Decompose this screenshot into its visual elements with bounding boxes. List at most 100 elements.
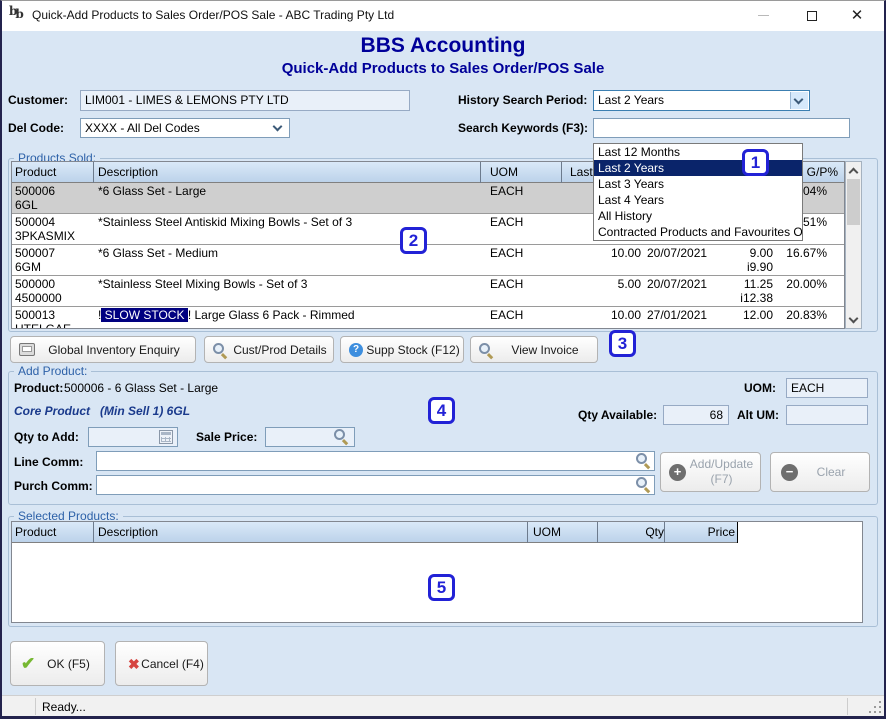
maximize-button[interactable]	[790, 0, 834, 31]
uom-label: UOM:	[744, 381, 776, 395]
chevron-down-icon	[794, 95, 804, 105]
calculator-icon[interactable]	[159, 430, 173, 444]
close-button[interactable]: ✕	[835, 0, 879, 31]
product-row[interactable]: 5000076GM*6 Glass Set - MediumEACH10.002…	[12, 245, 845, 276]
cell-product-code-2: HTELGAE	[15, 322, 71, 329]
history-period-value: Last 2 Years	[598, 93, 664, 107]
cell-uom: EACH	[490, 215, 523, 229]
selected-products-header: ProductDescriptionUOMQtyPrice	[12, 522, 738, 543]
cust-prod-details-button[interactable]: Cust/Prod Details	[204, 336, 334, 363]
cell-description: *6 Glass Set - Medium	[98, 246, 218, 260]
cell-product-code: 500013	[15, 308, 55, 322]
annotation-marker-3: 3	[609, 330, 636, 357]
column-divider	[737, 522, 738, 543]
annotation-marker-4: 4	[428, 397, 455, 424]
button-label: Global Inventory Enquiry	[33, 343, 195, 357]
dropdown-option[interactable]: Last 2 Years	[594, 160, 802, 176]
purch-comm-lookup-icon[interactable]	[636, 477, 650, 491]
cell-inc-price: i9.90	[702, 260, 773, 274]
sale-price-label: Sale Price:	[196, 430, 257, 444]
column-divider	[664, 522, 665, 543]
line-comm-lookup-icon[interactable]	[636, 453, 650, 467]
cell-description: *Stainless Steel Mixing Bowls - Set of 3	[98, 277, 307, 291]
qty-available-label: Qty Available:	[578, 408, 657, 422]
uom-field: EACH	[786, 378, 868, 398]
dropdown-option[interactable]: Contracted Products and Favourites On	[594, 224, 802, 240]
alt-um-label: Alt UM:	[737, 408, 779, 422]
status-divider	[35, 698, 36, 715]
cell-uom: EACH	[490, 246, 523, 260]
slow-stock-badge: SLOW STOCK	[101, 308, 187, 322]
minimize-button[interactable]	[741, 0, 785, 31]
cell-product-code-2: 6GL	[15, 198, 38, 212]
cell-description: *6 Glass Set - Large	[98, 184, 206, 198]
cell-price: 11.25	[702, 277, 773, 291]
alt-um-field	[786, 405, 868, 425]
button-label: Cust/Prod Details	[227, 343, 333, 357]
combobox-dropdown-button[interactable]	[790, 92, 808, 109]
global-inventory-enquiry-button[interactable]: Global Inventory Enquiry	[10, 336, 196, 363]
cell-product-code: 500000	[15, 277, 55, 291]
cell-product-code-2: 6GM	[15, 260, 41, 274]
purch-comm-label: Purch Comm:	[14, 479, 93, 493]
product-row[interactable]: 5000004500000 *Stainless Steel Mixing Bow…	[12, 276, 845, 307]
cell-last-qty: 5.00	[552, 277, 641, 291]
cell-last-sold-date: 20/07/2021	[647, 277, 707, 291]
purch-comm-input[interactable]	[96, 475, 655, 495]
scroll-up-button[interactable]	[846, 162, 861, 178]
supp-stock-f12--button[interactable]: ?Supp Stock (F12)	[340, 336, 464, 363]
status-divider	[847, 698, 848, 715]
column-divider	[480, 162, 481, 183]
line-comm-input[interactable]	[96, 451, 655, 471]
cell-last-sold-date: 20/07/2021	[647, 246, 707, 260]
cell-uom: EACH	[490, 277, 523, 291]
view-invoice-button[interactable]: View Invoice	[470, 336, 598, 363]
dropdown-option[interactable]: Last 4 Years	[594, 192, 802, 208]
app-title: BBS Accounting	[0, 34, 886, 58]
dropdown-option[interactable]: All History	[594, 208, 802, 224]
product-label: Product:	[14, 381, 63, 395]
cell-product-code-2: 4500000	[15, 291, 62, 305]
magnifier-icon	[213, 343, 227, 357]
search-keywords-input[interactable]	[593, 118, 850, 138]
column-header: UOM	[490, 165, 518, 179]
add-update-button[interactable]: + Add/Update(F7)	[660, 452, 761, 492]
dropdown-option[interactable]: Last 12 Months	[594, 144, 802, 160]
button-label: Supp Stock (F12)	[363, 343, 463, 357]
clear-button[interactable]: − Clear	[770, 452, 870, 492]
scrollbar-thumb[interactable]	[847, 179, 860, 225]
cell-product-code: 500006	[15, 184, 55, 198]
help-icon: ?	[349, 343, 363, 357]
products-table-scrollbar[interactable]	[845, 161, 862, 329]
app-icon: bb	[9, 7, 27, 25]
cell-last-sold-date: 27/01/2021	[647, 308, 707, 322]
history-period-label: History Search Period:	[458, 93, 587, 107]
selected-products-table: ProductDescriptionUOMQtyPrice	[11, 521, 863, 623]
del-code-combobox[interactable]: XXXX - All Del Codes	[80, 118, 290, 138]
line-comm-label: Line Comm:	[14, 455, 83, 469]
product-row[interactable]: 500013HTELGAE! SLOW STOCK ! Large Glass …	[12, 307, 845, 329]
add-product-group-label: Add Product:	[14, 364, 91, 378]
cell-inc-price: i12.38	[702, 291, 773, 305]
sale-price-lookup-icon[interactable]	[334, 429, 348, 443]
history-period-dropdown-list: Last 12 MonthsLast 2 YearsLast 3 YearsLa…	[593, 143, 803, 241]
ok-button[interactable]: ✔ OK (F5)	[10, 641, 105, 686]
history-period-combobox[interactable]: Last 2 Years	[593, 90, 810, 111]
magnifier-icon	[479, 343, 493, 357]
cell-price: 9.00	[702, 246, 773, 260]
del-code-label: Del Code:	[8, 121, 64, 135]
column-header: Description	[98, 165, 158, 179]
cell-product-code-2: 3PKASMIX	[15, 229, 75, 243]
chevron-down-icon	[273, 122, 283, 132]
resize-grip[interactable]	[869, 701, 881, 713]
scroll-down-button[interactable]	[846, 312, 861, 328]
annotation-marker-2: 2	[400, 227, 427, 254]
column-divider	[597, 522, 598, 543]
button-label: View Invoice	[493, 343, 597, 357]
maximize-icon	[807, 11, 817, 21]
cancel-button[interactable]: ✖ Cancel (F4)	[115, 641, 208, 686]
column-header: UOM	[533, 525, 561, 539]
annotation-marker-1: 1	[742, 149, 769, 176]
dropdown-option[interactable]: Last 3 Years	[594, 176, 802, 192]
column-header: Description	[98, 525, 158, 539]
